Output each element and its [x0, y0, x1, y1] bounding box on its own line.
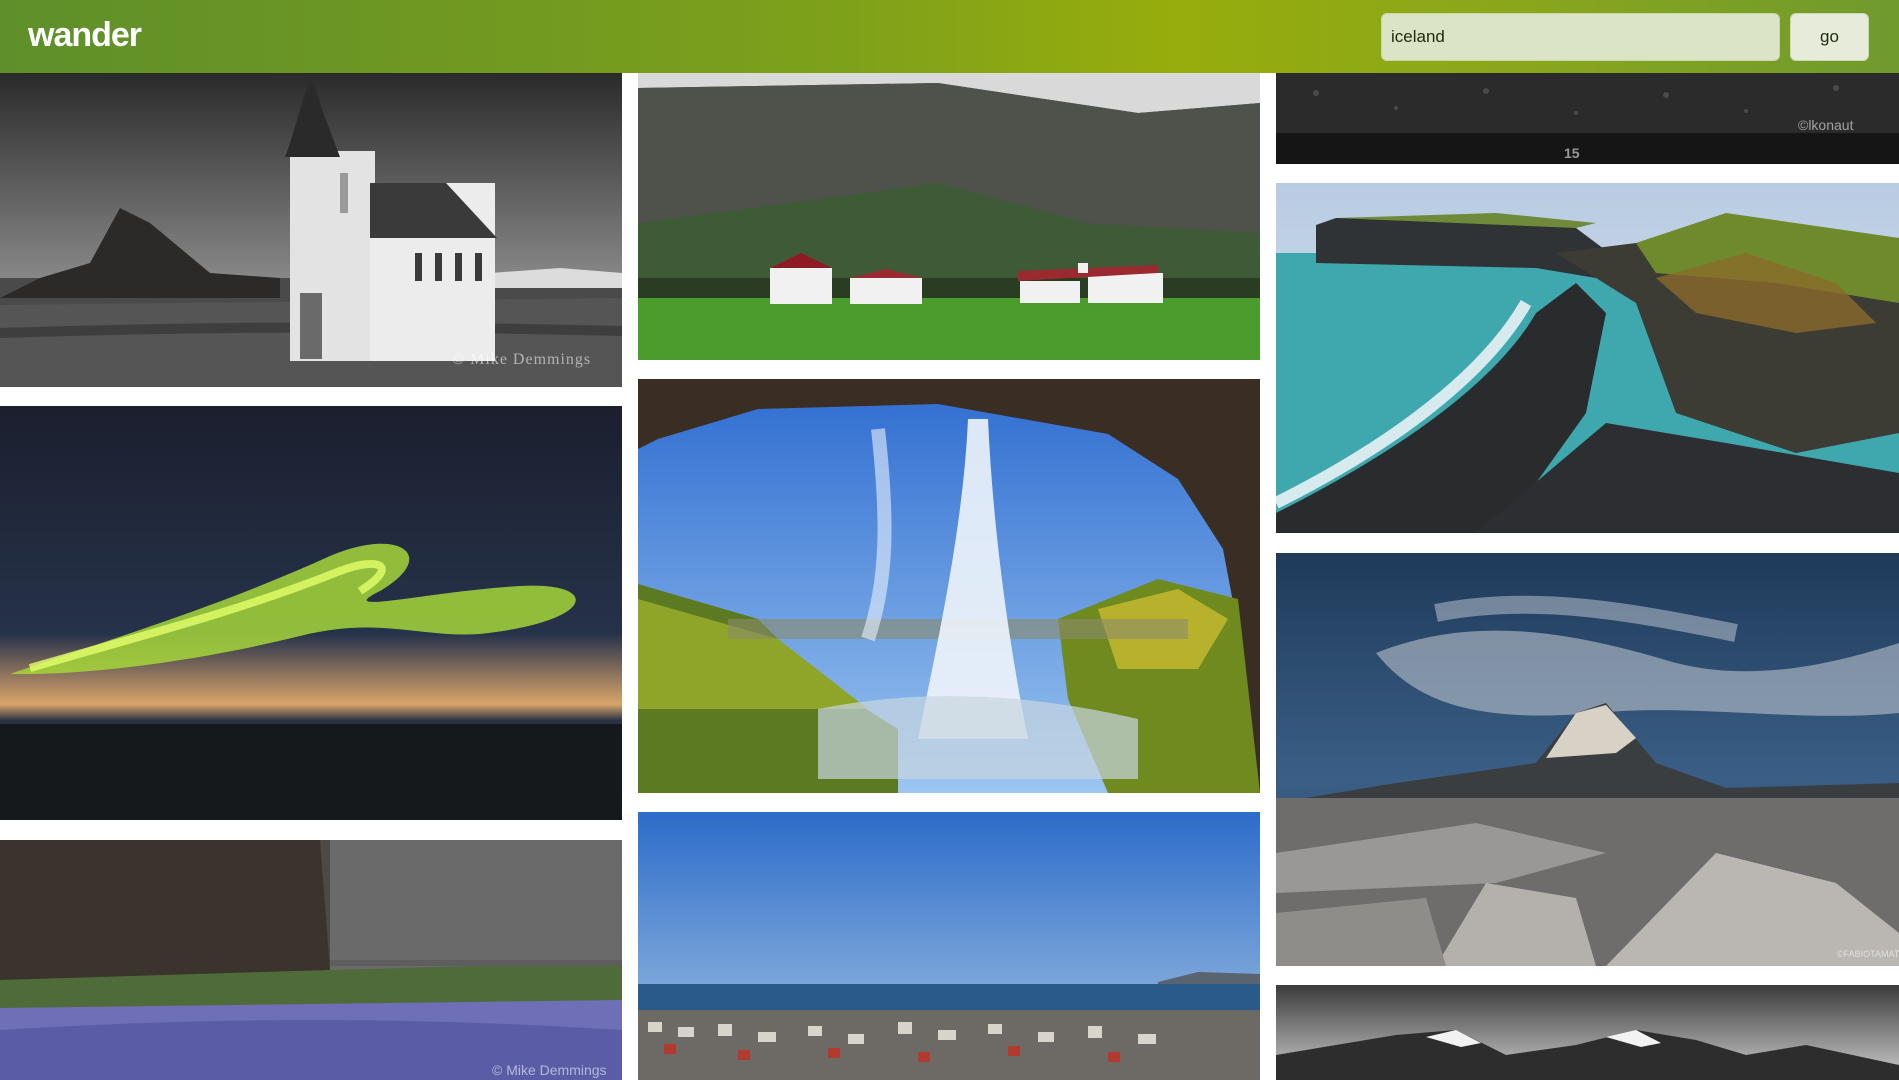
photo-tile-church[interactable]: © Mike Demmings — [0, 73, 622, 387]
sea-cliffs-beach-photo — [1276, 183, 1899, 533]
photo-credit: ©FABIOTAMAT — [1837, 949, 1899, 959]
church-photo — [0, 73, 622, 387]
kirkjufell-night-photo — [1276, 553, 1899, 966]
photo-tile-sea-cliffs-beach[interactable] — [1276, 183, 1899, 533]
photo-credit: © Mike Demmings — [452, 351, 592, 368]
aurora-photo — [0, 406, 622, 820]
app-logo[interactable]: wander — [28, 16, 142, 55]
waterfall-cave-photo — [638, 379, 1260, 793]
farm-valley-photo — [638, 73, 1260, 360]
go-button[interactable]: go — [1790, 13, 1869, 61]
photo-tile-snowy-mountains[interactable] — [1276, 985, 1899, 1080]
photo-tile-lupine-cliffs[interactable]: © Mike Demmings — [0, 840, 622, 1080]
top-bar: wander go — [0, 0, 1899, 73]
snowy-mountains-photo — [1276, 985, 1899, 1080]
reykjavik-city-photo — [638, 812, 1260, 1080]
lupine-cliffs-photo — [0, 840, 622, 1080]
photo-tile-farm-valley[interactable] — [638, 73, 1260, 360]
photo-tile-reykjavik-city[interactable] — [638, 812, 1260, 1080]
photo-tile-aurora[interactable] — [0, 406, 622, 820]
photo-tile-black-sand[interactable]: ©lkonaut 15 — [1276, 73, 1899, 164]
photo-credit: ©lkonaut — [1798, 117, 1854, 133]
search-input[interactable] — [1381, 13, 1780, 61]
photo-credit: © Mike Demmings — [492, 1062, 607, 1078]
photo-tile-kirkjufell-night[interactable]: ©FABIOTAMAT — [1276, 553, 1899, 966]
photo-number: 15 — [1564, 145, 1580, 161]
photo-tile-waterfall-cave[interactable] — [638, 379, 1260, 793]
